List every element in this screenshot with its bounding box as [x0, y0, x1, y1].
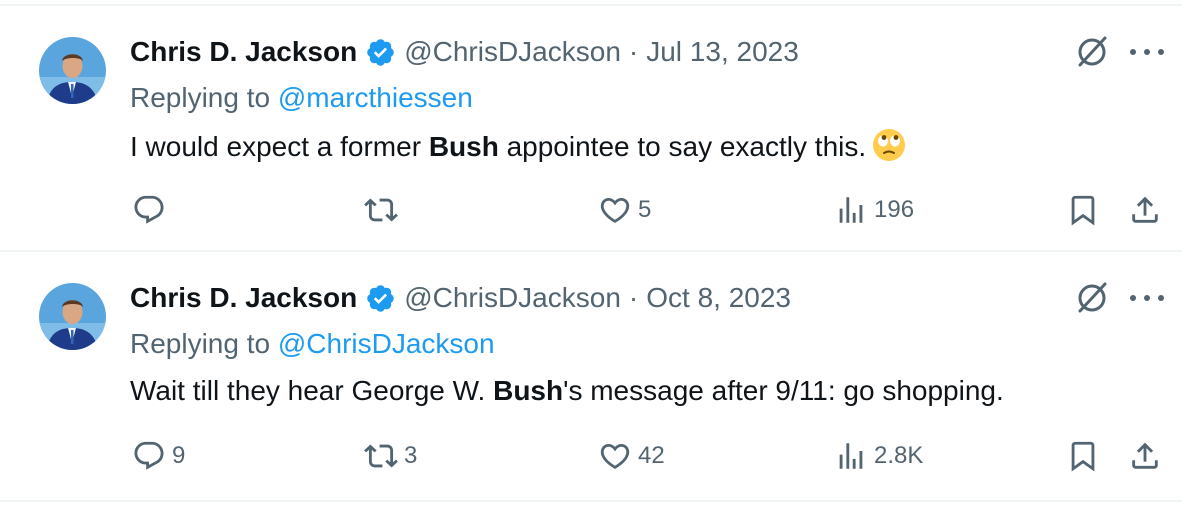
bookmark-button[interactable] [1066, 438, 1100, 474]
author-handle[interactable]: @ChrisDJackson [404, 36, 621, 68]
repost-button[interactable] [364, 192, 404, 228]
repost-button[interactable]: 3 [364, 438, 417, 474]
replying-to: Replying to @ChrisDJackson [130, 328, 495, 360]
reply-icon [134, 441, 164, 470]
more-icon[interactable] [1130, 42, 1164, 62]
like-button[interactable]: 42 [598, 438, 665, 474]
views-button[interactable]: 196 [834, 192, 914, 228]
avatar[interactable] [39, 37, 106, 104]
text-bold: Bush [493, 375, 564, 406]
views-count: 2.8K [874, 442, 924, 469]
grok-icon[interactable] [1074, 280, 1110, 316]
repost-icon [364, 198, 398, 222]
reply-count: 9 [172, 442, 186, 469]
bookmark-icon [1071, 441, 1095, 472]
tweet-date[interactable]: Jul 13, 2023 [646, 36, 799, 68]
mention-link[interactable]: @ChrisDJackson [278, 328, 495, 359]
verified-badge-icon[interactable] [365, 283, 396, 314]
reply-icon [134, 195, 164, 224]
bookmark-icon [1071, 195, 1095, 226]
tweet-text: I would expect a former Bush appointee t… [130, 128, 906, 164]
text-part: 's message after 9/11: go shopping. [563, 375, 1004, 406]
like-count: 5 [638, 196, 652, 223]
face-with-rolling-eyes-icon [872, 128, 906, 162]
replying-prefix: Replying to [130, 82, 271, 113]
author-handle[interactable]: @ChrisDJackson [404, 282, 621, 314]
grok-icon[interactable] [1074, 34, 1110, 70]
tweet-header: Chris D. Jackson @ChrisDJackson · Oct 8,… [130, 278, 791, 318]
repost-count: 3 [404, 442, 418, 469]
reply-button[interactable]: 9 [132, 438, 185, 474]
tweet[interactable]: Chris D. Jackson @ChrisDJackson · Oct 8,… [0, 252, 1182, 500]
repost-icon [364, 444, 398, 468]
replying-to: Replying to @marcthiessen [130, 82, 473, 114]
tweet-header: Chris D. Jackson @ChrisDJackson · Jul 13… [130, 32, 799, 72]
tweet[interactable]: Chris D. Jackson @ChrisDJackson · Jul 13… [0, 6, 1182, 254]
reply-button[interactable] [132, 192, 172, 228]
views-icon [839, 443, 863, 469]
share-icon [1132, 442, 1158, 469]
share-button[interactable] [1128, 438, 1162, 474]
tweet-text: Wait till they hear George W. Bush's mes… [130, 374, 1004, 408]
verified-badge-icon[interactable] [365, 37, 396, 68]
like-icon [600, 197, 630, 223]
avatar[interactable] [39, 283, 106, 350]
views-icon [839, 197, 863, 223]
like-button[interactable]: 5 [598, 192, 651, 228]
like-icon [600, 443, 630, 469]
text-bold: Bush [428, 131, 499, 162]
share-icon [1132, 196, 1158, 223]
mention-link[interactable]: @marcthiessen [278, 82, 473, 113]
share-button[interactable] [1128, 192, 1162, 228]
bookmark-button[interactable] [1066, 192, 1100, 228]
text-part: appointee to say exactly this. [498, 131, 867, 162]
views-button[interactable]: 2.8K [834, 438, 923, 474]
text-part: Wait till they hear George W. [130, 375, 494, 406]
views-count: 196 [874, 196, 915, 223]
tweet-date[interactable]: Oct 8, 2023 [646, 282, 791, 314]
replying-prefix: Replying to [130, 328, 271, 359]
separator: · [628, 36, 639, 67]
separator: · [628, 282, 639, 313]
author-name[interactable]: Chris D. Jackson [130, 282, 357, 314]
text-part: I would expect a former [130, 131, 429, 162]
more-icon[interactable] [1130, 288, 1164, 308]
like-count: 42 [638, 442, 665, 469]
bottom-divider [0, 500, 1182, 502]
author-name[interactable]: Chris D. Jackson [130, 36, 357, 68]
